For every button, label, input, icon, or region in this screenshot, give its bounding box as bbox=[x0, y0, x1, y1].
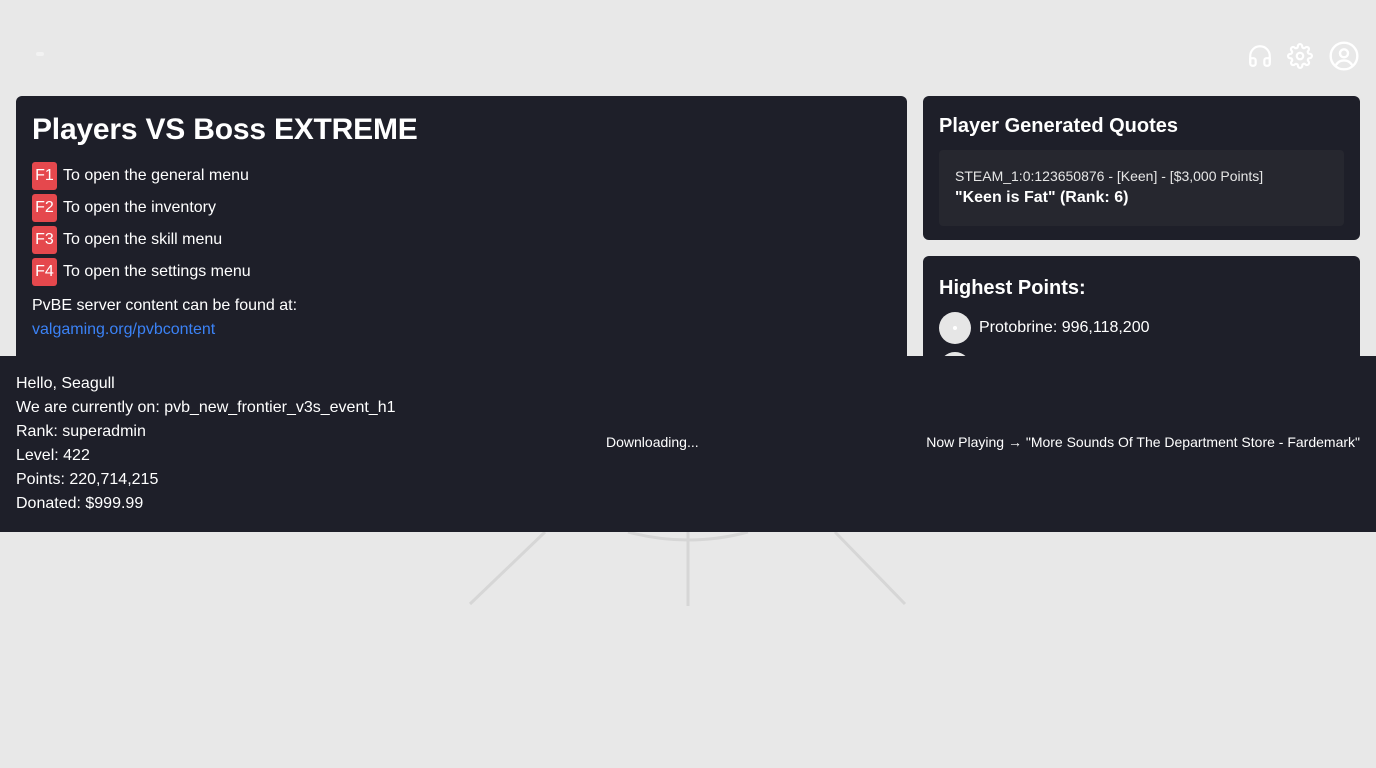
quotes-title: Player Generated Quotes bbox=[939, 115, 1178, 137]
keybind-row: F4 To open the settings menu bbox=[32, 258, 891, 286]
quote-box: STEAM_1:0:123650876 - [Keen] - [$3,000 P… bbox=[939, 150, 1344, 226]
user-circle-icon[interactable] bbox=[1328, 40, 1360, 72]
keybind-key: F3 bbox=[32, 226, 57, 254]
content-description: PvBE server content can be found at: bbox=[32, 297, 298, 314]
keybind-text: To open the settings menu bbox=[63, 263, 251, 280]
download-status: Downloading... bbox=[606, 434, 699, 450]
keybind-text: To open the inventory bbox=[63, 199, 216, 216]
leaderboard-title: Highest Points: bbox=[939, 277, 1086, 299]
keybind-row: F3 To open the skill menu bbox=[32, 226, 891, 254]
keybind-text: To open the skill menu bbox=[63, 231, 223, 248]
keybind-text: To open the general menu bbox=[63, 167, 249, 184]
keybind-key: F4 bbox=[32, 258, 57, 286]
quote-author-meta: STEAM_1:0:123650876 - [Keen] - [$3,000 P… bbox=[955, 168, 1264, 184]
keybind-row: F1 To open the general menu bbox=[32, 162, 891, 190]
keybind-row: F2 To open the inventory bbox=[32, 194, 891, 222]
content-link[interactable]: valgaming.org/pvbcontent bbox=[32, 318, 215, 342]
avatar bbox=[939, 312, 971, 344]
points-text: Points: 220,714,215 bbox=[16, 471, 159, 488]
headphones-icon[interactable] bbox=[1244, 40, 1276, 72]
now-playing-text: Now Playing → "More Sounds Of The Depart… bbox=[926, 434, 1360, 450]
quote-text: "Keen is Fat" (Rank: 6) bbox=[955, 189, 1129, 206]
gear-icon[interactable] bbox=[1284, 40, 1316, 72]
current-map-text: We are currently on: pvb_new_frontier_v3… bbox=[16, 399, 396, 416]
quotes-card: Player Generated Quotes STEAM_1:0:123650… bbox=[923, 96, 1360, 240]
leaderboard-entry-text: Protobrine: 996,118,200 bbox=[979, 319, 1150, 336]
loading-footer: Hello, Seagull We are currently on: pvb_… bbox=[0, 356, 1376, 532]
keybind-key: F1 bbox=[32, 162, 57, 190]
greeting-text: Hello, Seagull bbox=[16, 375, 115, 392]
server-info-card: Players VS Boss EXTREME F1 To open the g… bbox=[16, 96, 907, 396]
keybind-key: F2 bbox=[32, 194, 57, 222]
menu-dot-icon[interactable] bbox=[36, 52, 44, 56]
top-bar bbox=[0, 0, 1376, 96]
donated-text: Donated: $999.99 bbox=[16, 495, 144, 512]
leaderboard-entry: Protobrine: 996,118,200 bbox=[939, 310, 1344, 346]
server-title: Players VS Boss EXTREME bbox=[32, 113, 418, 146]
